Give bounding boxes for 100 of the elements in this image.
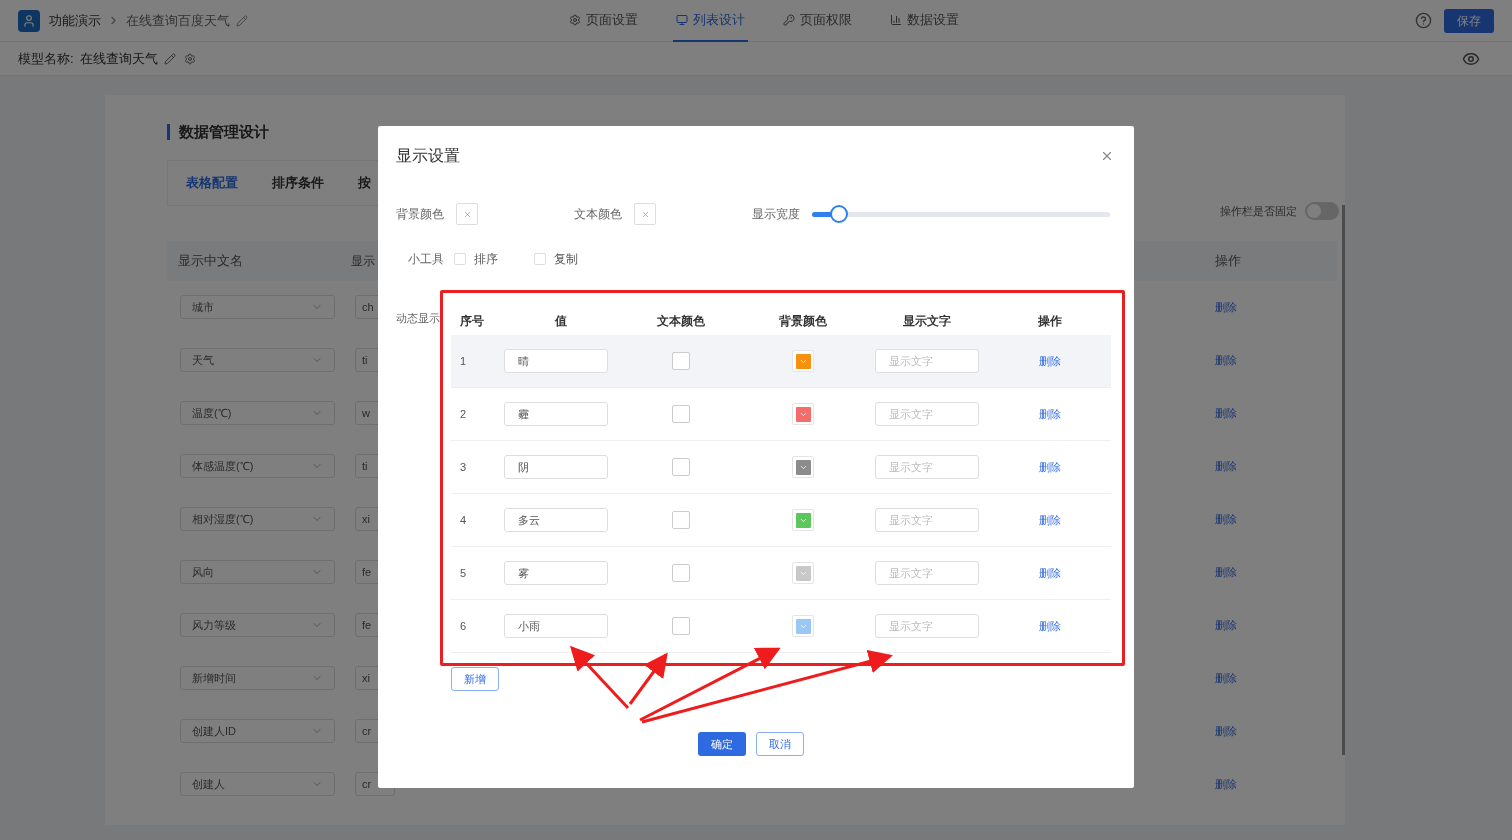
column-header: 文本颜色 <box>657 313 705 330</box>
display-text-input[interactable]: 显示文字 <box>875 349 979 373</box>
empty-color-icon <box>462 209 472 219</box>
display-text-input[interactable]: 显示文字 <box>875 614 979 638</box>
value-input[interactable]: 多云 <box>504 508 608 532</box>
help-icon[interactable] <box>1415 12 1432 29</box>
column-header: 操作 <box>1215 251 1242 270</box>
column-header: 背景颜色 <box>779 313 827 330</box>
delete-link[interactable]: 删除 <box>1215 510 1337 528</box>
close-icon[interactable] <box>1100 149 1114 163</box>
display-text-input[interactable]: 显示文字 <box>875 508 979 532</box>
gear-icon <box>569 14 581 26</box>
value-input[interactable]: 阴 <box>504 455 608 479</box>
checkbox[interactable] <box>454 253 466 265</box>
nav-tab[interactable]: 页面权限 <box>780 0 855 42</box>
display-text-input[interactable]: 显示文字 <box>875 455 979 479</box>
config-tab[interactable]: 表格配置 <box>186 172 238 193</box>
fixed-switch[interactable] <box>1305 202 1339 220</box>
color-picker[interactable] <box>634 203 656 225</box>
config-tab[interactable]: 排序条件 <box>272 172 324 193</box>
delete-link[interactable]: 删除 <box>1215 457 1337 475</box>
name-select[interactable]: 温度(℃) <box>180 401 335 425</box>
delete-link[interactable]: 删除 <box>1039 511 1061 529</box>
app-title: 功能演示 <box>49 11 101 30</box>
value-input[interactable]: 霾 <box>504 402 608 426</box>
checkbox[interactable] <box>534 253 546 265</box>
delete-link[interactable]: 删除 <box>1215 669 1337 687</box>
field-label: 动态显示 <box>396 311 440 326</box>
name-select[interactable]: 天气 <box>180 348 335 372</box>
toggle-label: 操作栏是否固定 <box>1220 203 1297 219</box>
row-number: 1 <box>459 353 468 369</box>
name-select[interactable]: 体感温度(℃) <box>180 454 335 478</box>
row-number: 2 <box>459 406 468 422</box>
name-select[interactable]: 风力等级 <box>180 613 335 637</box>
delete-link[interactable]: 删除 <box>1039 617 1061 635</box>
delete-link[interactable]: 删除 <box>1215 298 1337 316</box>
value-input[interactable]: 晴 <box>504 349 608 373</box>
text-color-picker[interactable] <box>672 617 690 635</box>
text-color-picker[interactable] <box>672 405 690 423</box>
checkbox-label: 排序 <box>474 251 498 268</box>
value-input[interactable]: 雾 <box>504 561 608 585</box>
column-header: 序号 <box>459 313 485 330</box>
row-number: 6 <box>459 618 468 634</box>
model-name: 在线查询天气 <box>79 49 158 68</box>
row-number: 3 <box>459 459 468 475</box>
edit-icon[interactable] <box>236 14 248 27</box>
delete-link[interactable]: 删除 <box>1215 616 1337 634</box>
delete-link[interactable]: 删除 <box>1215 404 1337 422</box>
save-button[interactable]: 保存 <box>1444 8 1494 33</box>
nav-tab[interactable]: 页面设置 <box>566 0 641 42</box>
name-select[interactable]: 相对湿度(℃) <box>180 507 335 531</box>
text-color-picker[interactable] <box>672 511 690 529</box>
dialog-title: 显示设置 <box>396 146 460 166</box>
field-label: 背景颜色 <box>396 206 444 223</box>
column-header: 显示文字 <box>903 313 951 330</box>
app-logo-icon <box>18 9 40 32</box>
confirm-button[interactable]: 确定 <box>698 732 746 757</box>
delete-link[interactable]: 删除 <box>1039 564 1061 582</box>
delete-link[interactable]: 删除 <box>1215 351 1337 369</box>
display-text-input[interactable]: 显示文字 <box>875 561 979 585</box>
field-label: 显示宽度 <box>752 206 800 223</box>
row-number: 4 <box>459 512 468 528</box>
name-select[interactable]: 新增时间 <box>180 666 335 690</box>
color-picker[interactable] <box>456 203 478 225</box>
name-select[interactable]: 风向 <box>180 560 335 584</box>
breadcrumb-title: 在线查询百度天气 <box>126 11 230 30</box>
delete-link[interactable]: 删除 <box>1039 458 1061 476</box>
cancel-button[interactable]: 取消 <box>756 732 804 757</box>
text-color-picker[interactable] <box>672 352 690 370</box>
name-select[interactable]: 城市 <box>180 295 335 319</box>
delete-link[interactable]: 删除 <box>1215 722 1337 740</box>
monitor-icon <box>676 14 688 26</box>
text-color-picker[interactable] <box>672 458 690 476</box>
config-tab[interactable]: 按 <box>358 172 371 193</box>
delete-link[interactable]: 删除 <box>1039 352 1061 370</box>
gear-icon[interactable] <box>183 52 196 65</box>
checkbox-label: 复制 <box>554 251 578 268</box>
add-button[interactable]: 新增 <box>451 667 499 692</box>
delete-link[interactable]: 删除 <box>1215 775 1337 793</box>
empty-color-icon <box>640 209 650 219</box>
delete-link[interactable]: 删除 <box>1215 563 1337 581</box>
display-text-input[interactable]: 显示文字 <box>875 402 979 426</box>
field-label: 文本颜色 <box>574 206 622 223</box>
edit-icon[interactable] <box>163 52 176 65</box>
model-label: 模型名称: <box>18 49 74 68</box>
field-label: 小工具 <box>408 251 444 268</box>
slider-thumb[interactable] <box>829 204 848 223</box>
text-color-picker[interactable] <box>672 564 690 582</box>
section-title: 数据管理设计 <box>179 122 269 142</box>
key-icon <box>783 14 795 26</box>
column-header: 显示中文名 <box>177 251 244 270</box>
bar-chart-icon <box>890 14 902 26</box>
row-number: 5 <box>459 565 468 581</box>
name-select[interactable]: 创建人ID <box>180 719 335 743</box>
name-select[interactable]: 创建人 <box>180 772 335 796</box>
column-header: 显示 <box>351 252 376 270</box>
delete-link[interactable]: 删除 <box>1039 405 1061 423</box>
value-input[interactable]: 小雨 <box>504 614 608 638</box>
nav-tab[interactable]: 数据设置 <box>887 0 962 42</box>
column-header: 操作 <box>1038 313 1062 330</box>
